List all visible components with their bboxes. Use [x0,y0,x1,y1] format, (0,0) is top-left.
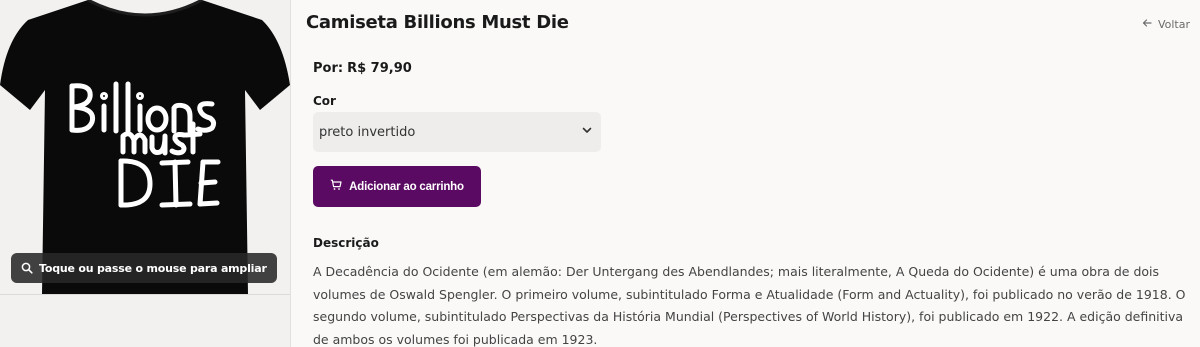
description-text: A Decadência do Ocidente (em alemão: Der… [313,264,1186,347]
product-image-panel: Toque ou passe o mouse para ampliar [0,0,291,347]
product-title: Camiseta Billions Must Die [306,12,569,33]
chevron-down-icon [581,124,593,140]
tshirt-image [0,0,290,294]
description-heading: Descrição [313,236,379,250]
add-to-cart-button[interactable]: Adicionar ao carrinho [313,166,481,207]
product-price: Por: R$ 79,90 [313,61,412,76]
color-label: Cor [313,94,336,108]
add-to-cart-label: Adicionar ao carrinho [349,180,464,193]
product-details: Camiseta Billions Must Die Voltar Por: R… [291,0,1200,347]
color-select-value: preto invertido [319,124,416,140]
back-link[interactable]: Voltar [1142,18,1190,31]
photo-divider [0,294,290,295]
arrow-left-icon [1142,18,1152,31]
magnifier-icon [21,262,33,274]
product-page: Toque ou passe o mouse para ampliar Cami… [0,0,1200,347]
color-select[interactable]: preto invertido [313,112,601,152]
zoom-hint-text: Toque ou passe o mouse para ampliar [39,261,267,275]
cart-icon [330,179,342,194]
back-label: Voltar [1157,18,1190,31]
zoom-hint: Toque ou passe o mouse para ampliar [11,253,277,283]
price-value: R$ 79,90 [347,61,412,76]
product-photo[interactable] [0,0,290,294]
price-label: Por: [313,61,344,76]
